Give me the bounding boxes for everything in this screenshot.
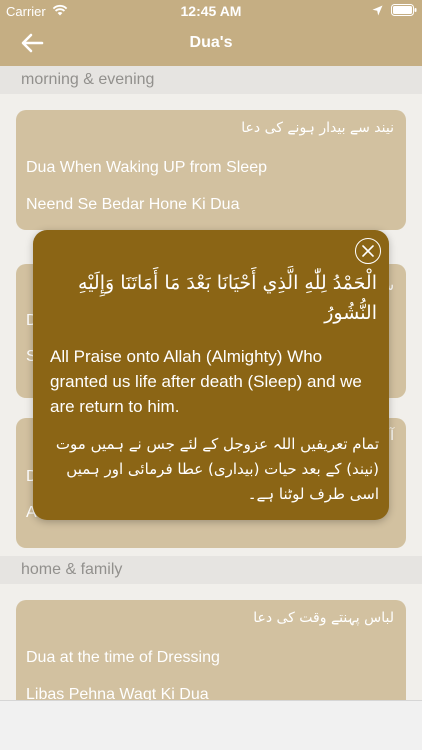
dua-detail-popup: الْحَمْدُ لِلّٰهِ الَّذِي أَحْيَانَا بَع… <box>33 230 389 520</box>
status-bar: Carrier 12:45 AM <box>0 0 422 22</box>
bottom-bar <box>0 700 422 750</box>
dua-english-translation: All Praise onto Allah (Almighty) Who gra… <box>50 347 362 416</box>
close-icon <box>362 245 374 257</box>
close-button[interactable] <box>355 238 381 264</box>
battery-icon <box>391 4 417 16</box>
page-title: Dua's <box>189 34 233 51</box>
app-header: Carrier 12:45 AM Dua's <box>0 0 422 66</box>
status-time: 12:45 AM <box>180 3 242 19</box>
location-icon <box>372 5 383 16</box>
nav-bar: Dua's <box>0 22 422 66</box>
dua-arabic-text: الْحَمْدُ لِلّٰهِ الَّذِي أَحْيَانَا بَع… <box>78 272 377 324</box>
dua-urdu-translation: تمام تعریفیں اللہ عزوجل کے لئے جس نے ہمی… <box>55 435 379 503</box>
